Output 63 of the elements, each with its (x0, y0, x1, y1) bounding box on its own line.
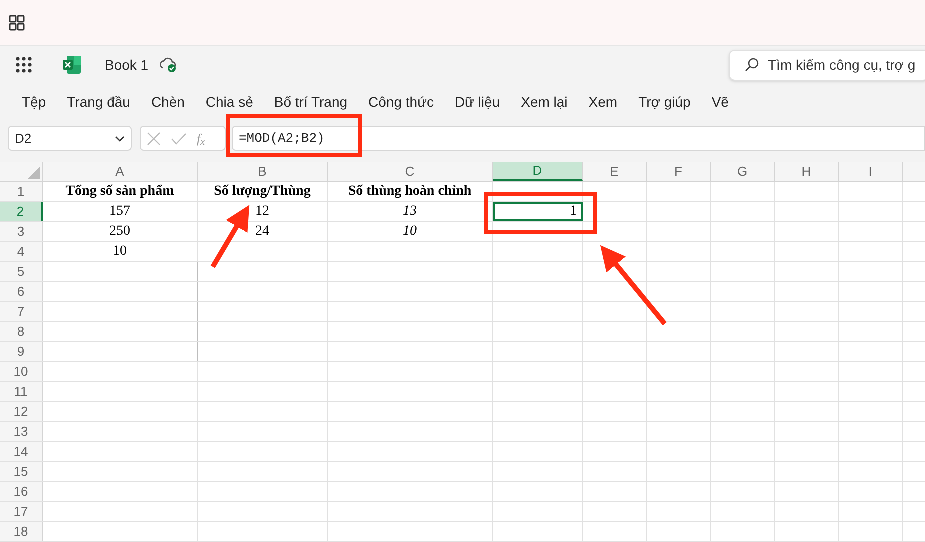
table-cell[interactable]: 13 (328, 202, 493, 221)
document-title[interactable]: Book 1 (105, 54, 149, 76)
table-cell[interactable]: 1 (493, 202, 583, 221)
table-cell[interactable]: 24 (198, 222, 328, 241)
spreadsheet-logo-icon (62, 55, 82, 75)
insert-function-button[interactable]: f$_{x}$ (197, 128, 205, 148)
table-cell[interactable]: 10 (43, 242, 198, 261)
row-header[interactable]: 17 (0, 502, 43, 521)
row-header[interactable]: 13 (0, 422, 43, 441)
column-header[interactable]: H (775, 162, 839, 181)
menu-tab[interactable]: Bố trí Trang (264, 92, 358, 113)
column-header[interactable]: B (198, 162, 328, 181)
formula-field[interactable]: =MOD(A2;B2) (232, 126, 925, 151)
chevron-down-icon (115, 136, 125, 142)
search-icon (744, 57, 760, 73)
column-header[interactable]: E (583, 162, 647, 181)
row-header[interactable]: 7 (0, 302, 43, 321)
table-cell[interactable]: 10 (328, 222, 493, 241)
table-cell[interactable]: Số thùng hoàn chỉnh (328, 182, 493, 201)
menu-tab[interactable]: Tệp (12, 92, 56, 113)
menu-tab[interactable]: Công thức (358, 92, 444, 113)
row-header[interactable]: 4 (0, 242, 43, 261)
arrow (210, 205, 250, 268)
menu-tab[interactable]: Xem lại (511, 92, 578, 113)
column-header[interactable]: F (647, 162, 711, 181)
row-header[interactable]: 14 (0, 442, 43, 461)
cancel-icon[interactable] (147, 132, 161, 146)
name-box[interactable]: D2 (8, 126, 132, 151)
row-header[interactable]: 18 (0, 522, 43, 541)
column-header[interactable]: G (711, 162, 775, 181)
row-header[interactable]: 12 (0, 402, 43, 421)
menu-tab[interactable]: Trợ giúp (628, 92, 701, 113)
menu-tab[interactable]: Trang đầu (57, 92, 140, 113)
row-header[interactable]: 2 (0, 202, 43, 221)
column-header[interactable]: A (43, 162, 198, 181)
apps-icon[interactable] (15, 56, 33, 74)
table-cell[interactable]: 157 (43, 202, 198, 221)
row-header[interactable]: 8 (0, 322, 43, 341)
row-header[interactable]: 6 (0, 282, 43, 301)
table-cell[interactable]: 250 (43, 222, 198, 241)
row-header[interactable]: 11 (0, 382, 43, 401)
table-cell[interactable]: Tổng số sản phẩm (43, 182, 198, 201)
menu-tab[interactable]: Xem (578, 92, 628, 113)
column-header[interactable]: D (493, 162, 583, 181)
row-header[interactable]: 9 (0, 342, 43, 361)
confirm-icon[interactable] (171, 132, 187, 144)
row-header[interactable]: 1 (0, 182, 43, 201)
menu-tab[interactable]: Dữ liệu (444, 92, 510, 113)
row-header[interactable]: 16 (0, 482, 43, 501)
row-header[interactable]: 3 (0, 222, 43, 241)
row-header[interactable]: 5 (0, 262, 43, 281)
table-cell[interactable]: 12 (198, 202, 328, 221)
app-launcher-icon[interactable] (8, 14, 26, 32)
row-header[interactable]: 15 (0, 462, 43, 481)
menu-tab[interactable]: Chèn (141, 92, 195, 113)
cloud-check-icon (158, 56, 179, 74)
table-cell[interactable]: Số lượng/Thùng (198, 182, 328, 201)
row-header[interactable]: 10 (0, 362, 43, 381)
column-header[interactable]: I (839, 162, 903, 181)
select-all-icon[interactable] (28, 167, 40, 179)
menu-tab[interactable]: Chia sẻ (196, 92, 264, 113)
menu-tab[interactable]: Vẽ (702, 92, 739, 113)
search-field[interactable]: Tìm kiếm công cụ, trợ g (729, 50, 925, 80)
